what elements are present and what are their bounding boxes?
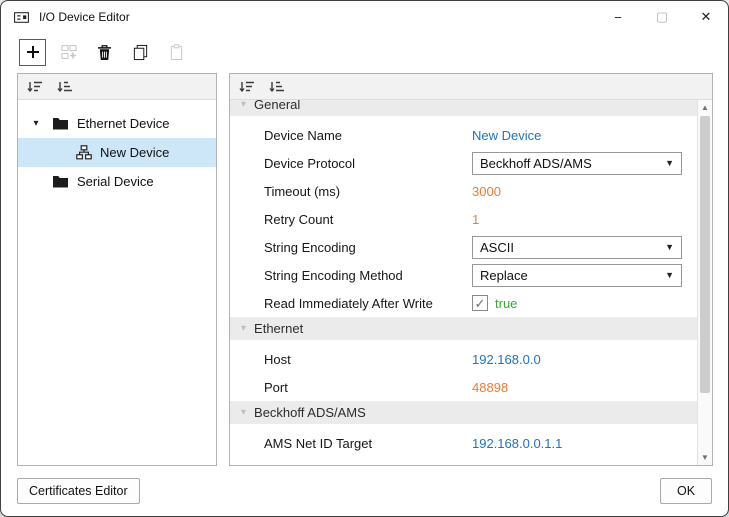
- ams-net-id-value[interactable]: 192.168.0.0.1.1: [472, 436, 562, 451]
- property-row-device-name: Device Name New Device: [230, 121, 697, 149]
- footer: Certificates Editor OK: [1, 472, 728, 516]
- collapse-arrow-icon: ▾: [241, 323, 246, 334]
- chevron-down-icon: ▼: [665, 158, 674, 168]
- add-child-button[interactable]: [55, 39, 82, 66]
- tree-panel-toolbar: [18, 74, 216, 100]
- section-title: General: [254, 100, 300, 112]
- timeout-value[interactable]: 3000: [472, 184, 501, 199]
- device-tree-panel: ▾ Ethernet Device: [17, 73, 217, 466]
- tree-item-new-device[interactable]: New Device: [18, 138, 216, 167]
- scrollbar-thumb[interactable]: [700, 116, 710, 393]
- property-label: String Encoding Method: [264, 268, 472, 283]
- maximize-button[interactable]: ▢: [640, 1, 684, 33]
- property-row-ads-port: ADS Port Target 851: [230, 457, 697, 465]
- trash-icon: [97, 44, 112, 61]
- tree-item-ethernet-device[interactable]: ▾ Ethernet Device: [18, 109, 216, 138]
- dropdown-value: Replace: [480, 268, 528, 283]
- property-label: ADS Port Target: [264, 464, 472, 466]
- property-label: Retry Count: [264, 212, 472, 227]
- string-encoding-method-dropdown[interactable]: Replace ▼: [472, 264, 682, 287]
- close-button[interactable]: ✕: [684, 1, 728, 33]
- section-header-beckhoff[interactable]: ▾ Beckhoff ADS/AMS: [230, 401, 697, 424]
- tree-expand-icon[interactable]: ▾: [28, 118, 44, 129]
- section-title: Ethernet: [254, 321, 303, 336]
- vertical-scrollbar[interactable]: ▲ ▼: [697, 100, 712, 465]
- property-label: Device Protocol: [264, 156, 472, 171]
- device-protocol-dropdown[interactable]: Beckhoff ADS/AMS ▼: [472, 152, 682, 175]
- string-encoding-dropdown[interactable]: ASCII ▼: [472, 236, 682, 259]
- property-label: Port: [264, 380, 472, 395]
- property-row-device-protocol: Device Protocol Beckhoff ADS/AMS ▼: [230, 149, 697, 177]
- tree-item-label: Serial Device: [77, 174, 154, 189]
- sort-descending-icon[interactable]: [269, 79, 287, 95]
- scroll-down-icon[interactable]: ▼: [698, 450, 712, 465]
- property-row-string-encoding-method: String Encoding Method Replace ▼: [230, 261, 697, 289]
- paste-button[interactable]: [163, 39, 190, 66]
- chevron-down-icon: ▼: [665, 270, 674, 280]
- retry-count-value[interactable]: 1: [472, 212, 479, 227]
- folder-icon: [52, 175, 69, 188]
- checkbox-value-label: true: [495, 296, 517, 311]
- ads-port-value[interactable]: 851: [472, 464, 494, 466]
- tree-item-label: New Device: [100, 145, 169, 160]
- minimize-button[interactable]: −: [596, 1, 640, 33]
- sort-descending-icon[interactable]: [57, 79, 75, 95]
- property-row-string-encoding: String Encoding ASCII ▼: [230, 233, 697, 261]
- device-tree: ▾ Ethernet Device: [18, 100, 216, 196]
- host-value[interactable]: 192.168.0.0: [472, 352, 541, 367]
- titlebar: I/O Device Editor − ▢ ✕: [1, 1, 728, 33]
- copy-button[interactable]: [127, 39, 154, 66]
- sort-ascending-icon[interactable]: [27, 79, 45, 95]
- window-title: I/O Device Editor: [39, 10, 130, 24]
- section-title: Beckhoff ADS/AMS: [254, 405, 366, 420]
- app-icon: [13, 8, 31, 26]
- network-device-icon: [76, 145, 92, 160]
- copy-icon: [132, 44, 149, 61]
- property-label: Read Immediately After Write: [264, 296, 472, 311]
- certificates-editor-button[interactable]: Certificates Editor: [17, 478, 140, 504]
- add-device-button[interactable]: [19, 39, 46, 66]
- chevron-down-icon: ▼: [665, 242, 674, 252]
- collapse-arrow-icon: ▾: [241, 100, 246, 110]
- property-row-read-after-write: Read Immediately After Write ✓ true: [230, 289, 697, 317]
- property-row-host: Host 192.168.0.0: [230, 345, 697, 373]
- property-label: Host: [264, 352, 472, 367]
- property-grid: ▾ General Device Name New Device Device …: [230, 100, 697, 465]
- tree-item-serial-device[interactable]: Serial Device: [18, 167, 216, 196]
- read-after-write-checkbox[interactable]: ✓: [472, 295, 488, 311]
- property-label: AMS Net ID Target: [264, 436, 472, 451]
- property-row-retry-count: Retry Count 1: [230, 205, 697, 233]
- dropdown-value: Beckhoff ADS/AMS: [480, 156, 592, 171]
- main-area: ▾ Ethernet Device: [1, 71, 728, 472]
- section-header-general[interactable]: ▾ General: [230, 100, 697, 116]
- sort-ascending-icon[interactable]: [239, 79, 257, 95]
- tree-item-label: Ethernet Device: [77, 116, 170, 131]
- ok-button[interactable]: OK: [660, 478, 712, 504]
- main-toolbar: [1, 33, 728, 71]
- folder-icon: [52, 117, 69, 130]
- property-row-timeout: Timeout (ms) 3000: [230, 177, 697, 205]
- property-label: Timeout (ms): [264, 184, 472, 199]
- property-label: Device Name: [264, 128, 472, 143]
- delete-button[interactable]: [91, 39, 118, 66]
- device-name-value[interactable]: New Device: [472, 128, 541, 143]
- property-row-ams-net-id: AMS Net ID Target 192.168.0.0.1.1: [230, 429, 697, 457]
- check-icon: ✓: [475, 297, 486, 310]
- section-header-ethernet[interactable]: ▾ Ethernet: [230, 317, 697, 340]
- property-row-port: Port 48898: [230, 373, 697, 401]
- property-label: String Encoding: [264, 240, 472, 255]
- dropdown-value: ASCII: [480, 240, 514, 255]
- property-panel-toolbar: [230, 74, 712, 100]
- collapse-arrow-icon: ▾: [241, 407, 246, 418]
- io-device-editor-window: I/O Device Editor − ▢ ✕: [0, 0, 729, 517]
- paste-icon: [169, 44, 184, 61]
- add-child-icon: [60, 43, 78, 61]
- scroll-up-icon[interactable]: ▲: [698, 100, 712, 115]
- plus-icon: [25, 44, 41, 60]
- port-value[interactable]: 48898: [472, 380, 508, 395]
- property-grid-panel: ▾ General Device Name New Device Device …: [229, 73, 713, 466]
